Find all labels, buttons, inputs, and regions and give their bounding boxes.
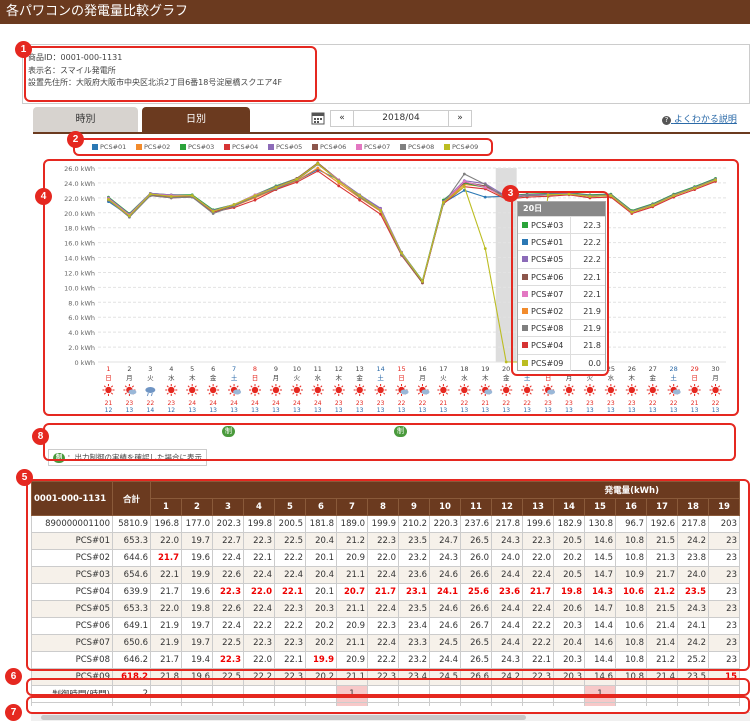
marker-6: 6 bbox=[5, 668, 22, 685]
marker-5: 5 bbox=[16, 469, 33, 486]
date-display[interactable]: 2018/04 bbox=[353, 110, 449, 127]
annotation-box-7 bbox=[26, 696, 750, 714]
marker-7: 7 bbox=[5, 704, 22, 721]
marker-8: 8 bbox=[32, 428, 49, 445]
annotation-box-1 bbox=[24, 46, 317, 102]
marker-4: 4 bbox=[35, 188, 52, 205]
marker-2: 2 bbox=[67, 131, 84, 148]
question-icon: ? bbox=[662, 116, 671, 125]
tab-underline bbox=[33, 132, 750, 134]
annotation-box-6 bbox=[26, 678, 750, 696]
annotation-box-5 bbox=[26, 479, 750, 671]
prev-month-button[interactable]: « bbox=[330, 110, 354, 127]
page-title: 各パワコンの発電量比較グラフ bbox=[6, 4, 189, 19]
tab-daily[interactable]: 日別 bbox=[142, 107, 250, 132]
scrollbar-thumb[interactable] bbox=[41, 715, 526, 720]
tab-hourly[interactable]: 時別 bbox=[33, 107, 138, 132]
marker-1: 1 bbox=[15, 41, 32, 58]
calendar-icon[interactable] bbox=[311, 111, 325, 125]
annotation-box-2 bbox=[73, 138, 493, 156]
annotation-box-4 bbox=[43, 159, 739, 416]
help-link[interactable]: ? よくわかる説明 bbox=[662, 112, 737, 125]
next-month-button[interactable]: » bbox=[448, 110, 472, 127]
page-header: 各パワコンの発電量比較グラフ bbox=[0, 0, 750, 24]
marker-3: 3 bbox=[502, 185, 519, 202]
help-label[interactable]: よくわかる説明 bbox=[674, 115, 737, 125]
annotation-box-8 bbox=[43, 423, 736, 461]
